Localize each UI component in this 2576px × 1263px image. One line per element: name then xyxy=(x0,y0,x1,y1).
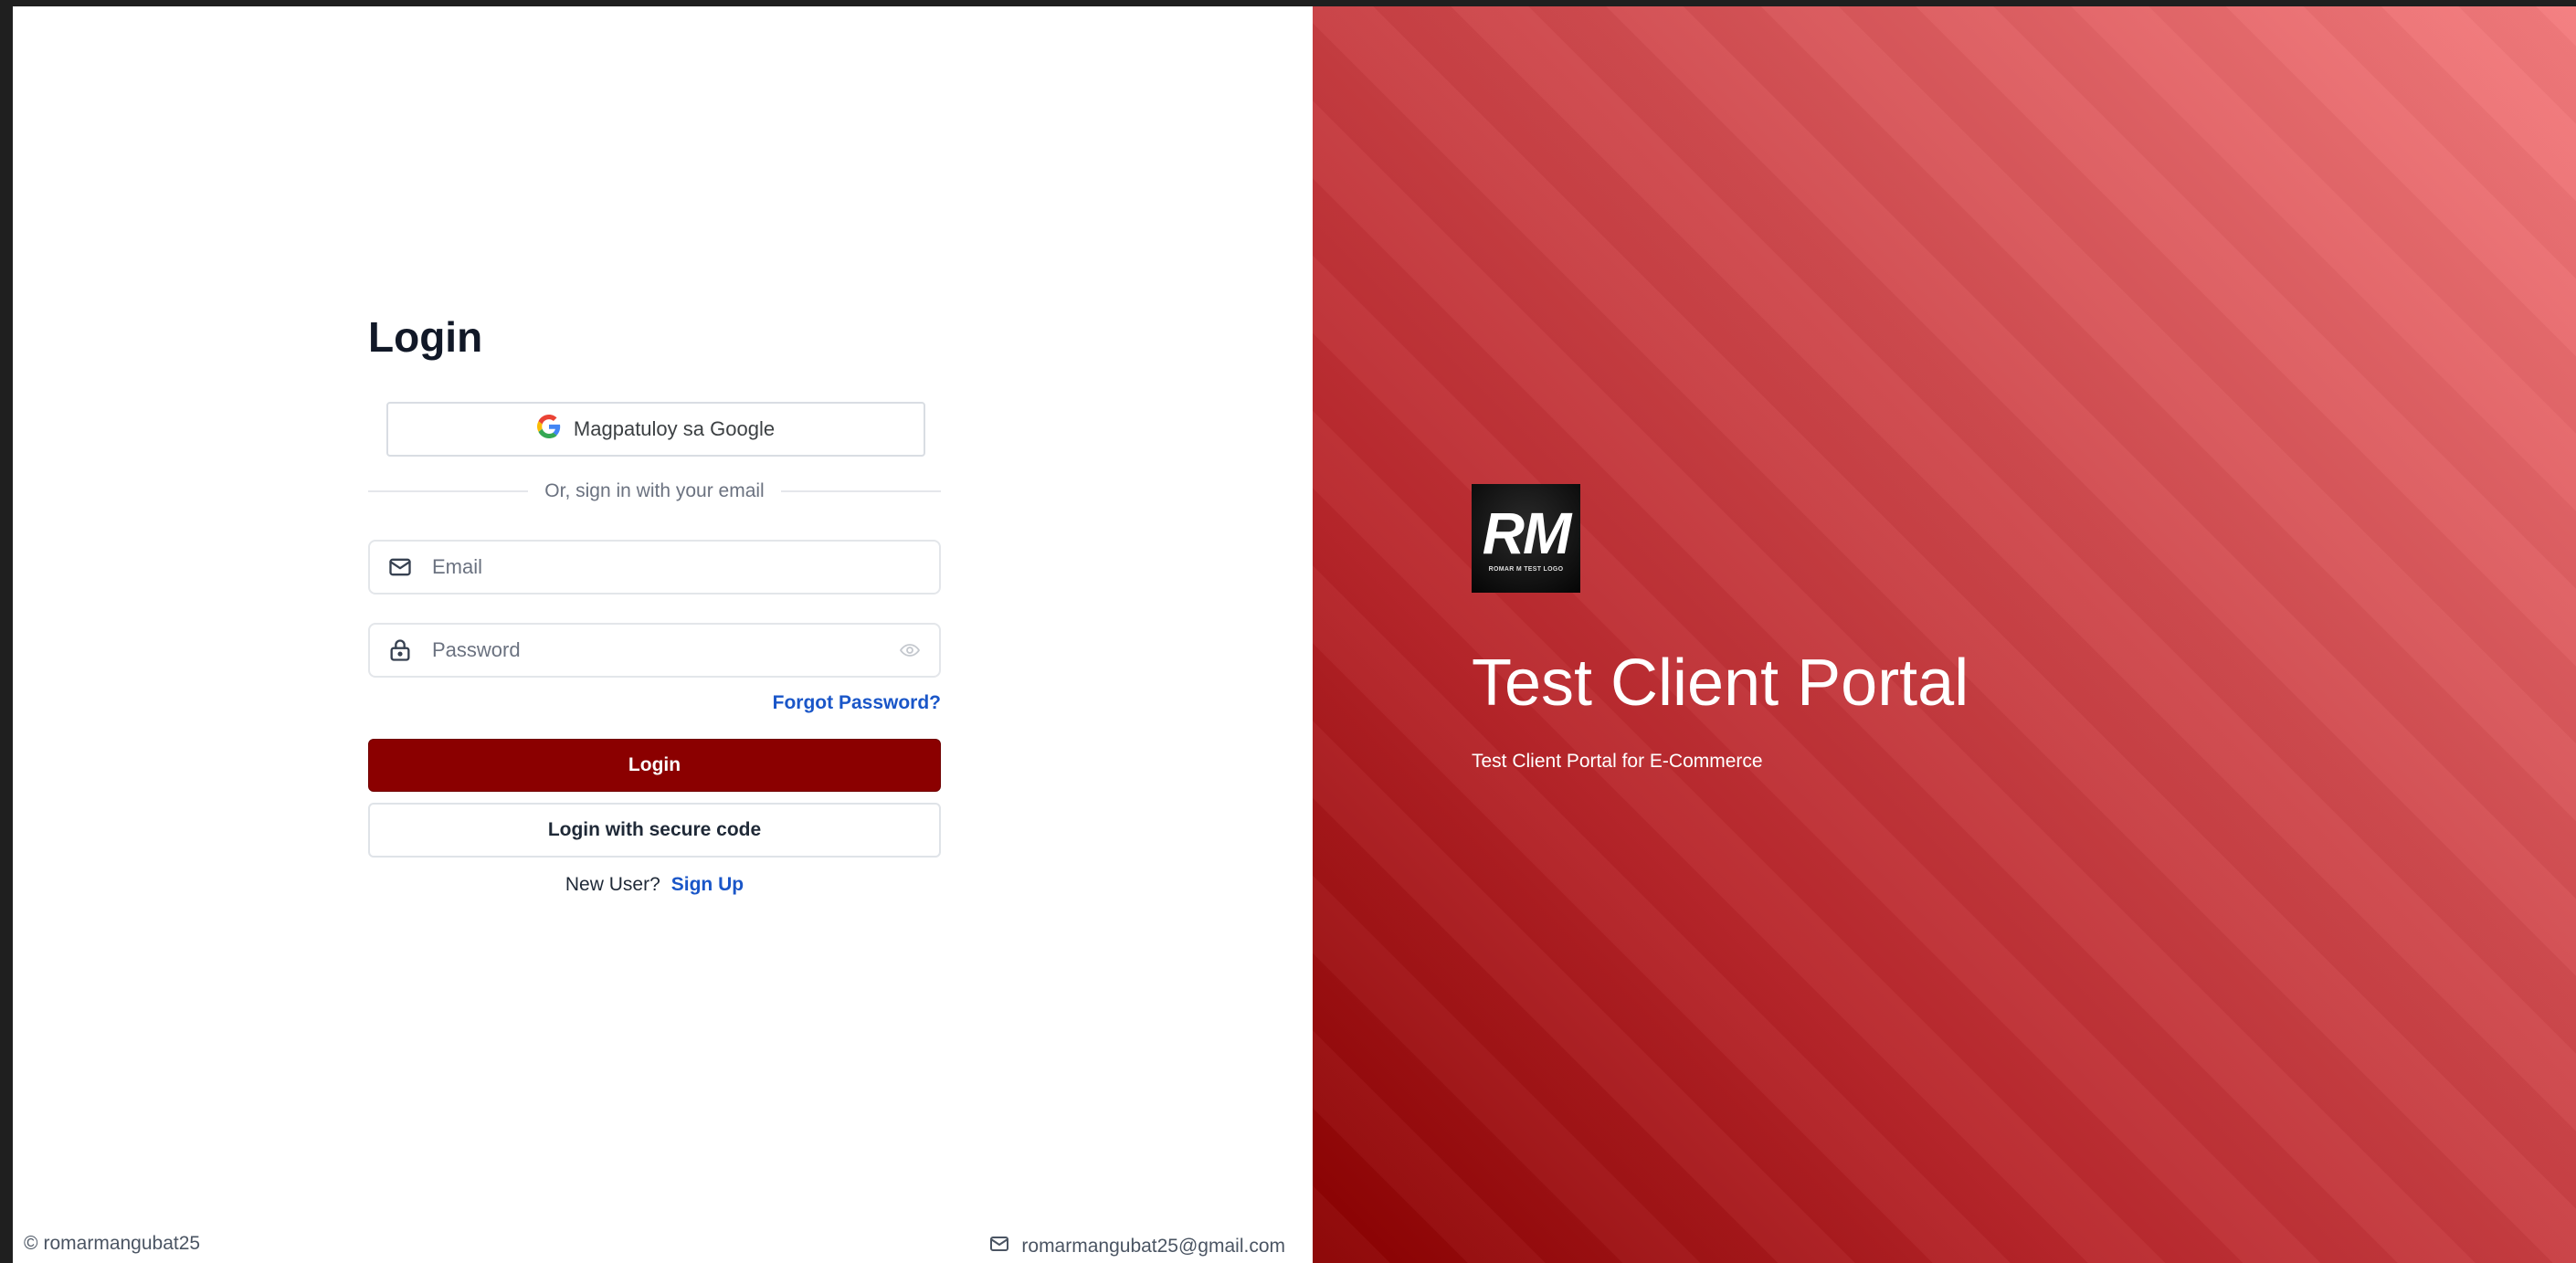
divider-line xyxy=(780,490,941,492)
brand-panel: RM ROMAR M TEST LOGO Test Client Portal … xyxy=(1313,6,2576,1263)
brand-logo: RM ROMAR M TEST LOGO xyxy=(1472,484,1580,593)
login-button[interactable]: Login xyxy=(368,739,941,792)
logo: RM ROMAR M TEST LOGO xyxy=(1472,484,1580,593)
footer-contact[interactable]: romarmangubat25@gmail.com xyxy=(988,1233,1285,1260)
logo-text: RM xyxy=(1482,500,1572,566)
copyright-icon: © xyxy=(24,1233,38,1254)
portal-subtitle: Test Client Portal for E-Commerce xyxy=(1472,751,1763,772)
password-input[interactable] xyxy=(432,638,897,662)
email-input[interactable] xyxy=(432,555,923,579)
signup-row: New User? Sign Up xyxy=(368,874,941,896)
email-divider: Or, sign in with your email xyxy=(368,478,941,505)
mail-icon xyxy=(386,553,414,581)
google-sign-in-button[interactable]: Magpatuloy sa Google xyxy=(386,402,925,457)
email-field[interactable] xyxy=(368,540,941,595)
divider-line xyxy=(368,490,529,492)
lock-icon xyxy=(386,637,414,664)
new-user-text: New User? xyxy=(565,874,660,895)
google-button-label: Magpatuloy sa Google xyxy=(573,417,776,440)
page-title: Login xyxy=(368,313,483,361)
footer-email[interactable]: romarmangubat25@gmail.com xyxy=(1021,1236,1285,1258)
login-panel: Login Magpatuloy sa Google Or, sign in w… xyxy=(13,6,1313,1263)
google-icon xyxy=(536,415,561,444)
divider-text: Or, sign in with your email xyxy=(544,480,765,501)
login-form: Login Magpatuloy sa Google Or, sign in w… xyxy=(368,308,941,895)
app-frame: Login Magpatuloy sa Google Or, sign in w… xyxy=(13,6,2576,1263)
eye-icon[interactable] xyxy=(897,637,923,663)
sign-up-link[interactable]: Sign Up xyxy=(671,874,744,895)
footer-copyright: © romarmangubat25 xyxy=(24,1233,200,1255)
portal-title: Test Client Portal xyxy=(1472,647,1969,720)
forgot-password-link[interactable]: Forgot Password? xyxy=(773,692,941,714)
login-secure-code-button[interactable]: Login with secure code xyxy=(368,803,941,858)
footer-username: romarmangubat25 xyxy=(43,1233,201,1254)
mail-icon xyxy=(988,1233,1010,1260)
logo-tagline: ROMAR M TEST LOGO xyxy=(1488,566,1564,573)
password-field[interactable] xyxy=(368,623,941,678)
